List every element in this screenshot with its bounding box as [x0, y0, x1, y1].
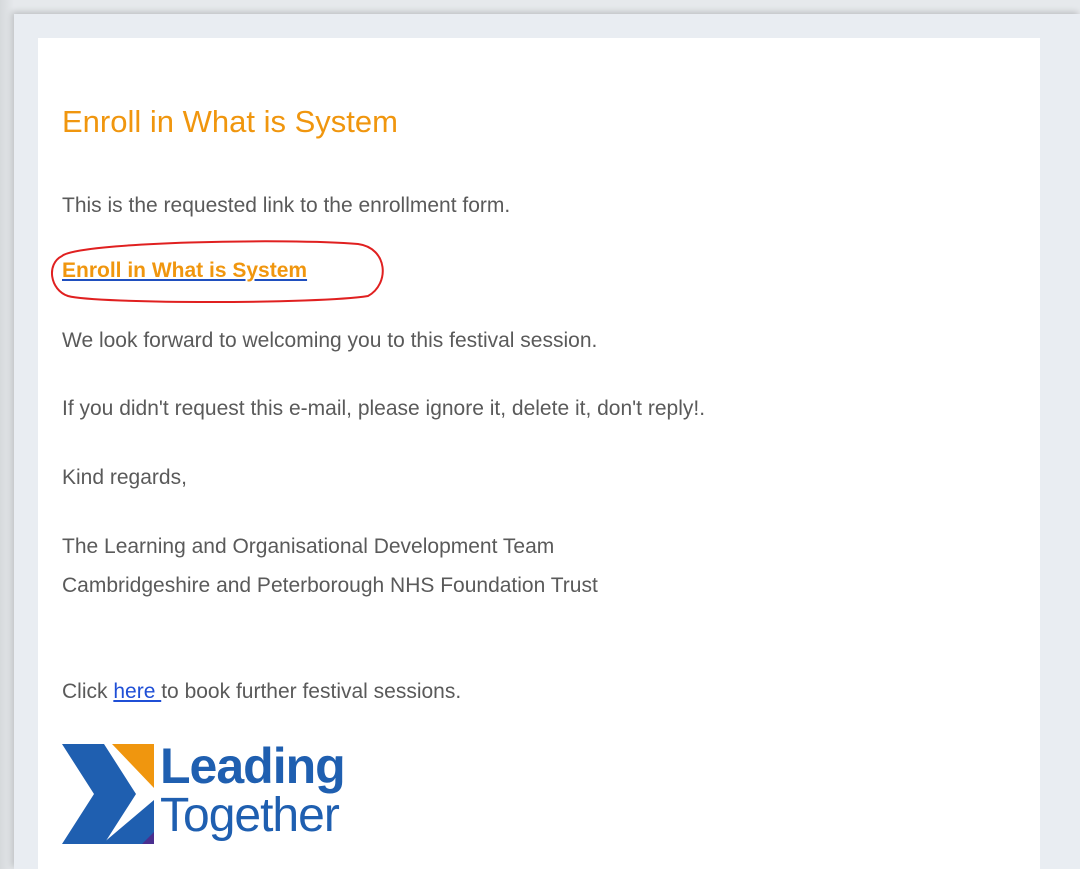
book-sessions-link[interactable]: here [113, 680, 161, 703]
footer-prefix: Click [62, 680, 114, 703]
signature-team: The Learning and Organisational Developm… [62, 535, 555, 558]
leading-together-logo-mark-icon [62, 744, 154, 844]
signature-org: Cambridgeshire and Peterborough NHS Foun… [62, 574, 598, 597]
email-title: Enroll in What is System [62, 104, 398, 139]
ignore-notice-text: If you didn't request this e-mail, pleas… [62, 397, 706, 420]
footer-text: Click here to book further festival sess… [62, 677, 461, 707]
leading-together-logo: Leading Together [62, 738, 402, 858]
footer-suffix: to book further festival sessions. [161, 680, 462, 703]
email-body: Enroll in What is System This is the req… [38, 38, 1040, 869]
closing-text: Kind regards, [62, 466, 187, 489]
logo-text-together: Together [160, 789, 340, 842]
enroll-link[interactable]: Enroll in What is System [62, 256, 307, 286]
welcome-text: We look forward to welcoming you to this… [62, 329, 598, 352]
logo-text-leading: Leading [160, 738, 346, 794]
intro-text: This is the requested link to the enroll… [62, 194, 511, 217]
